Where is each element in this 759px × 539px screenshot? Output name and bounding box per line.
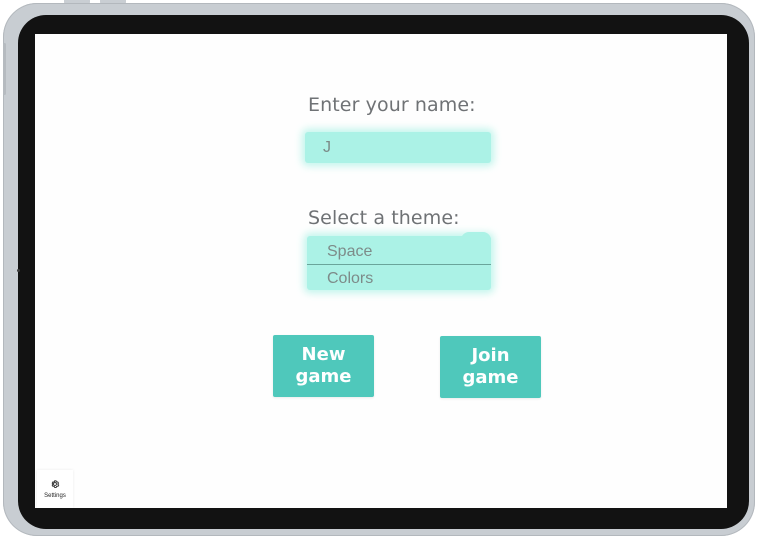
app-screen: Enter your name: Select a theme: Space C… (35, 34, 727, 508)
gear-icon (51, 480, 60, 488)
theme-option-colors[interactable]: Colors (307, 264, 491, 291)
new-game-label-line1: New (301, 344, 346, 365)
join-game-label-line1: Join (471, 345, 510, 366)
new-game-button[interactable]: New game (273, 335, 374, 397)
theme-option-space[interactable]: Space (307, 238, 491, 265)
new-game-label-line2: game (295, 366, 352, 387)
join-game-label-line2: game (462, 367, 519, 388)
settings-button[interactable]: Settings (37, 470, 73, 508)
settings-label: Settings (44, 493, 66, 499)
theme-select[interactable]: Space Colors (307, 232, 491, 291)
tablet-camera-dot (17, 269, 20, 272)
join-game-button[interactable]: Join game (440, 336, 541, 398)
name-label: Enter your name: (308, 94, 476, 116)
name-input[interactable] (305, 132, 491, 163)
theme-label: Select a theme: (308, 207, 460, 229)
tablet-side-button (3, 43, 6, 95)
